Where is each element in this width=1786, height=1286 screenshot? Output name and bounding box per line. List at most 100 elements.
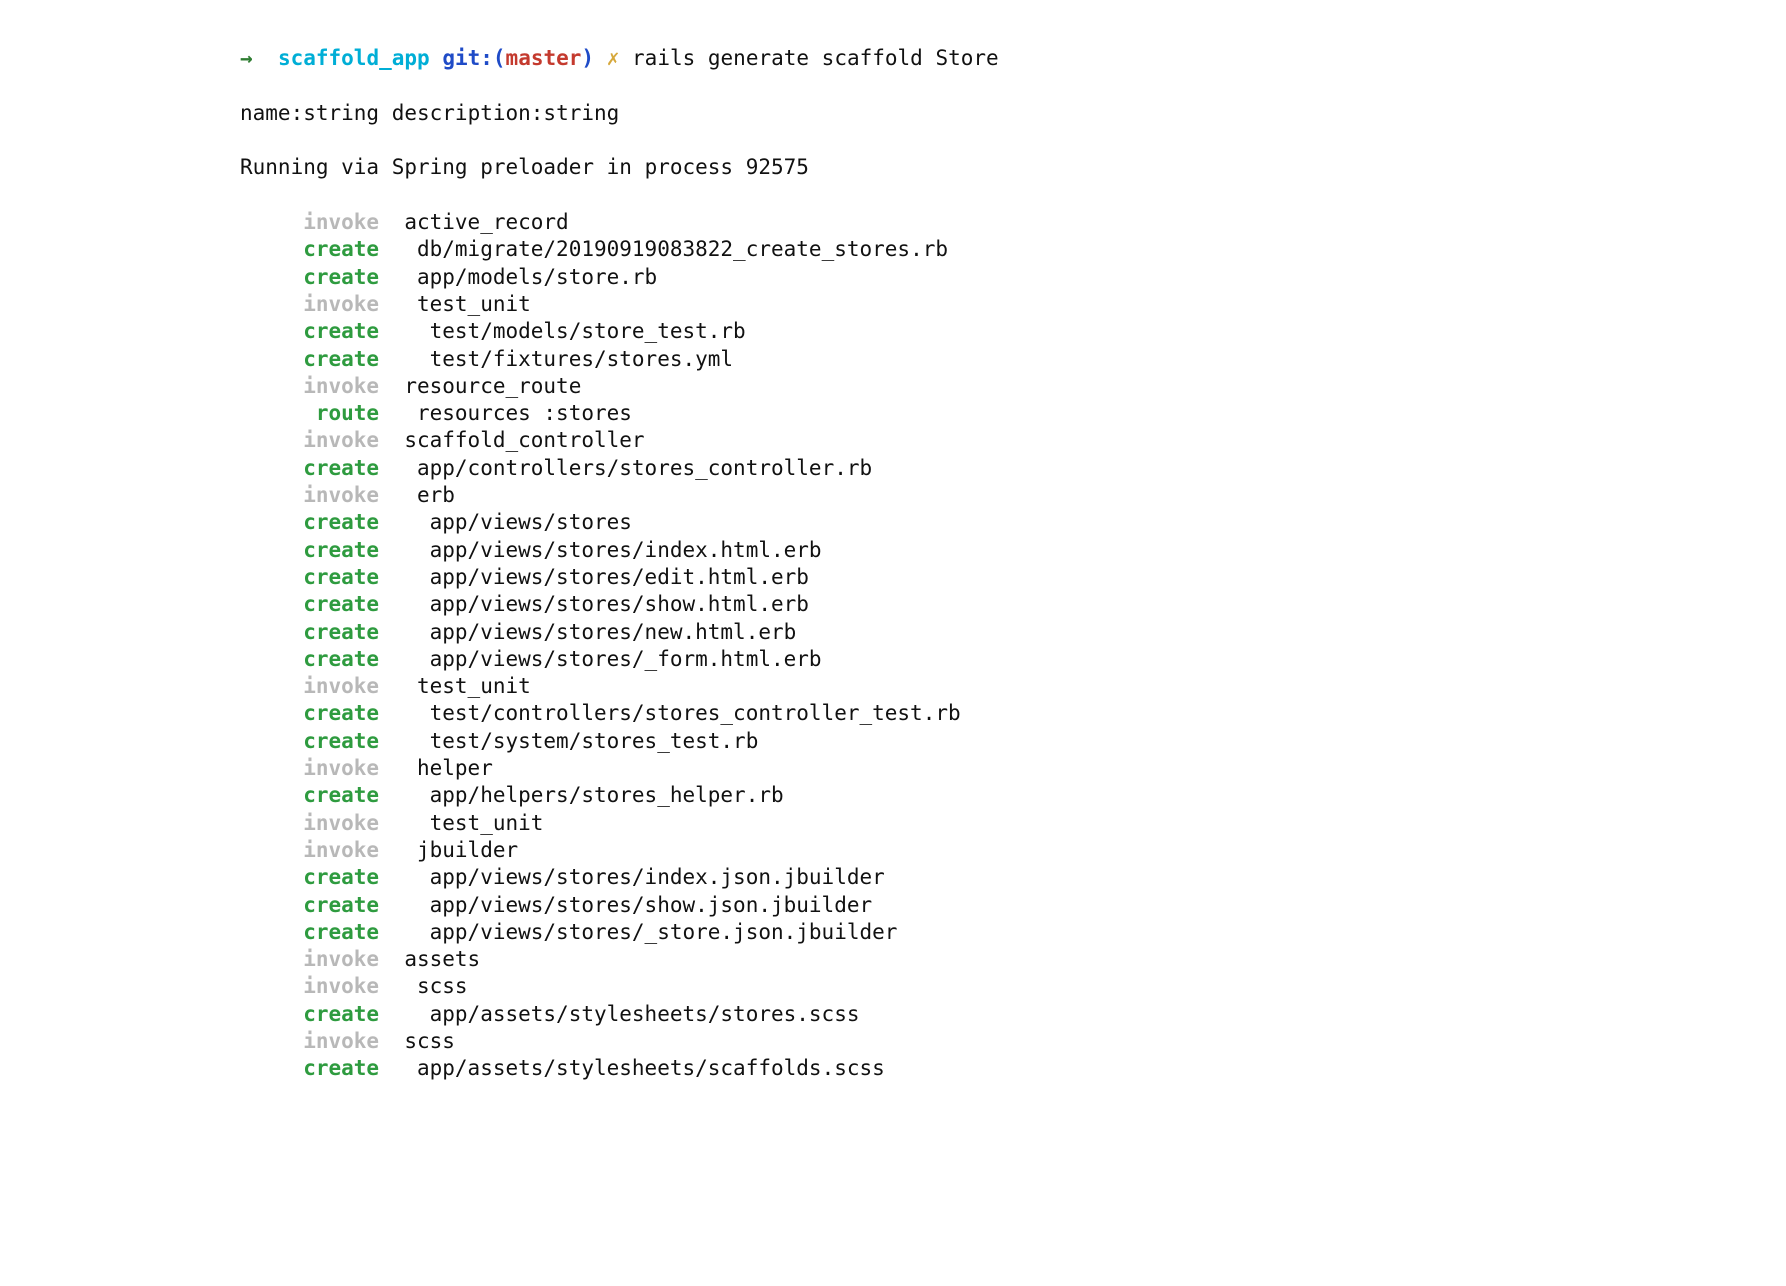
create-action: create [240,346,379,373]
separator [379,318,404,345]
running-line: Running via Spring preloader in process … [240,154,1786,181]
invoke-action: invoke [240,373,379,400]
output-line: invoke assets [240,946,1786,973]
output-path: scaffold_controller [404,428,644,452]
output-line: invoke helper [240,755,1786,782]
output-path: app/views/stores/edit.html.erb [404,565,809,589]
separator [379,427,404,454]
separator [379,1055,404,1082]
create-action: create [240,236,379,263]
output-path: test_unit [404,674,530,698]
output-path: test/system/stores_test.rb [404,729,758,753]
output-line: create test/models/store_test.rb [240,318,1786,345]
output-path: app/models/store.rb [404,265,657,289]
prompt-arrow-icon: → [240,46,253,70]
git-close: ) [581,46,594,70]
create-action: create [240,537,379,564]
output-path: app/views/stores/_form.html.erb [404,647,821,671]
invoke-action: invoke [240,837,379,864]
separator [379,373,404,400]
output-path: assets [404,947,480,971]
separator [379,291,404,318]
separator [379,892,404,919]
invoke-action: invoke [240,946,379,973]
output-line: invoke test_unit [240,673,1786,700]
output-path: app/helpers/stores_helper.rb [404,783,783,807]
separator [379,564,404,591]
separator [379,455,404,482]
output-line: create app/controllers/stores_controller… [240,455,1786,482]
separator [379,209,404,236]
separator [379,782,404,809]
output-line: create app/assets/stylesheets/scaffolds.… [240,1055,1786,1082]
create-action: create [240,919,379,946]
output-line: create test/system/stores_test.rb [240,728,1786,755]
separator [379,810,404,837]
output-line: create test/controllers/stores_controlle… [240,700,1786,727]
output-path: app/views/stores/show.json.jbuilder [404,893,872,917]
create-action: create [240,318,379,345]
separator [379,619,404,646]
output-path: app/views/stores [404,510,632,534]
generator-output: invoke active_recordcreate db/migrate/20… [240,209,1786,1083]
separator [379,728,404,755]
output-path: test/fixtures/stores.yml [404,347,733,371]
output-line: create app/models/store.rb [240,264,1786,291]
output-line: invoke scaffold_controller [240,427,1786,454]
create-action: create [240,700,379,727]
output-line: create app/helpers/stores_helper.rb [240,782,1786,809]
output-path: app/controllers/stores_controller.rb [404,456,872,480]
output-line: invoke jbuilder [240,837,1786,864]
separator [379,755,404,782]
output-line: create app/views/stores [240,509,1786,536]
create-action: create [240,892,379,919]
invoke-action: invoke [240,973,379,1000]
output-path: app/assets/stylesheets/stores.scss [404,1002,859,1026]
output-path: app/views/stores/show.html.erb [404,592,809,616]
output-path: resources :stores [404,401,632,425]
output-line: create app/views/stores/edit.html.erb [240,564,1786,591]
output-line: create test/fixtures/stores.yml [240,346,1786,373]
output-line: create app/views/stores/index.html.erb [240,537,1786,564]
terminal-output: → scaffold_app git:(master) ✗ rails gene… [0,0,1786,1110]
output-path: test_unit [404,811,543,835]
separator [379,646,404,673]
invoke-action: invoke [240,1028,379,1055]
git-branch: master [506,46,582,70]
command-continuation: name:string description:string [240,100,1786,127]
create-action: create [240,509,379,536]
output-line: invoke active_record [240,209,1786,236]
create-action: create [240,264,379,291]
separator [379,673,404,700]
output-line: create app/views/stores/index.json.jbuil… [240,864,1786,891]
separator [379,591,404,618]
invoke-action: invoke [240,427,379,454]
output-line: invoke test_unit [240,291,1786,318]
output-line: invoke scss [240,1028,1786,1055]
invoke-action: invoke [240,291,379,318]
output-path: app/views/stores/new.html.erb [404,620,796,644]
output-line: create app/views/stores/_form.html.erb [240,646,1786,673]
separator [379,400,404,427]
create-action: create [240,564,379,591]
separator [379,1001,404,1028]
git-dirty-icon: ✗ [607,46,620,70]
output-line: invoke test_unit [240,810,1786,837]
route-action: route [240,400,379,427]
separator [379,946,404,973]
output-path: test/controllers/stores_controller_test.… [404,701,960,725]
create-action: create [240,591,379,618]
output-path: app/views/stores/index.html.erb [404,538,821,562]
output-line: create app/views/stores/show.html.erb [240,591,1786,618]
output-path: app/views/stores/_store.json.jbuilder [404,920,897,944]
command-text: rails generate scaffold Store [632,46,999,70]
output-line: create app/assets/stylesheets/stores.scs… [240,1001,1786,1028]
output-path: active_record [404,210,568,234]
separator [379,509,404,536]
separator [379,700,404,727]
separator [379,537,404,564]
output-path: scss [404,974,467,998]
output-line: create app/views/stores/_store.json.jbui… [240,919,1786,946]
invoke-action: invoke [240,755,379,782]
output-line: invoke erb [240,482,1786,509]
